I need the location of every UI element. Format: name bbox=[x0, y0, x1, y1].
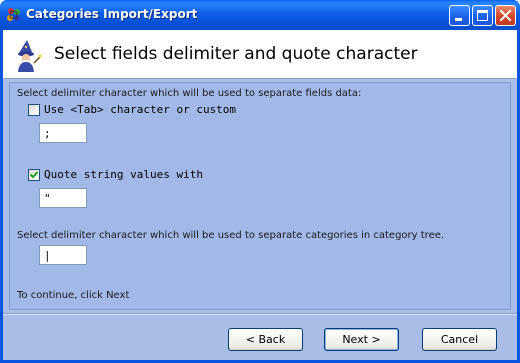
close-icon bbox=[499, 9, 512, 22]
quote-label[interactable]: Quote string values with bbox=[44, 168, 203, 181]
maximize-icon bbox=[477, 10, 488, 21]
button-separator bbox=[3, 313, 517, 315]
back-button[interactable]: < Back bbox=[228, 328, 303, 351]
dialog-client-area: Select fields delimiter and quote charac… bbox=[3, 30, 517, 360]
wizard-icon bbox=[18, 40, 42, 72]
use-tab-checkbox[interactable] bbox=[28, 104, 40, 116]
delimiter-description: Select delimiter character which will be… bbox=[17, 88, 362, 99]
minimize-button[interactable] bbox=[449, 5, 470, 26]
category-delimiter-description: Select delimiter character which will be… bbox=[17, 230, 445, 241]
quote-input[interactable]: " bbox=[39, 188, 87, 208]
checkmark-icon bbox=[29, 171, 39, 179]
close-button[interactable] bbox=[495, 5, 516, 26]
category-delimiter-value: | bbox=[44, 249, 51, 262]
options-panel: Select delimiter character which will be… bbox=[9, 82, 511, 310]
use-tab-label[interactable]: Use <Tab> character or custom bbox=[44, 103, 236, 116]
quote-checkbox[interactable] bbox=[28, 169, 40, 181]
continue-hint: To continue, click Next bbox=[17, 290, 130, 301]
maximize-button[interactable] bbox=[472, 5, 493, 26]
title-bar[interactable]: Categories Import/Export bbox=[0, 0, 520, 30]
window-title: Categories Import/Export bbox=[26, 7, 198, 21]
category-delimiter-input[interactable]: | bbox=[39, 245, 87, 265]
wizard-header: Select fields delimiter and quote charac… bbox=[3, 30, 517, 79]
app-icon[interactable] bbox=[6, 7, 22, 23]
cancel-button[interactable]: Cancel bbox=[422, 328, 497, 351]
minimize-icon bbox=[455, 18, 462, 21]
delimiter-input[interactable]: ; bbox=[39, 123, 87, 143]
next-button[interactable]: Next > bbox=[324, 328, 399, 351]
import-export-window: Categories Import/Export Select fields d… bbox=[0, 0, 520, 363]
page-title: Select fields delimiter and quote charac… bbox=[54, 44, 418, 64]
